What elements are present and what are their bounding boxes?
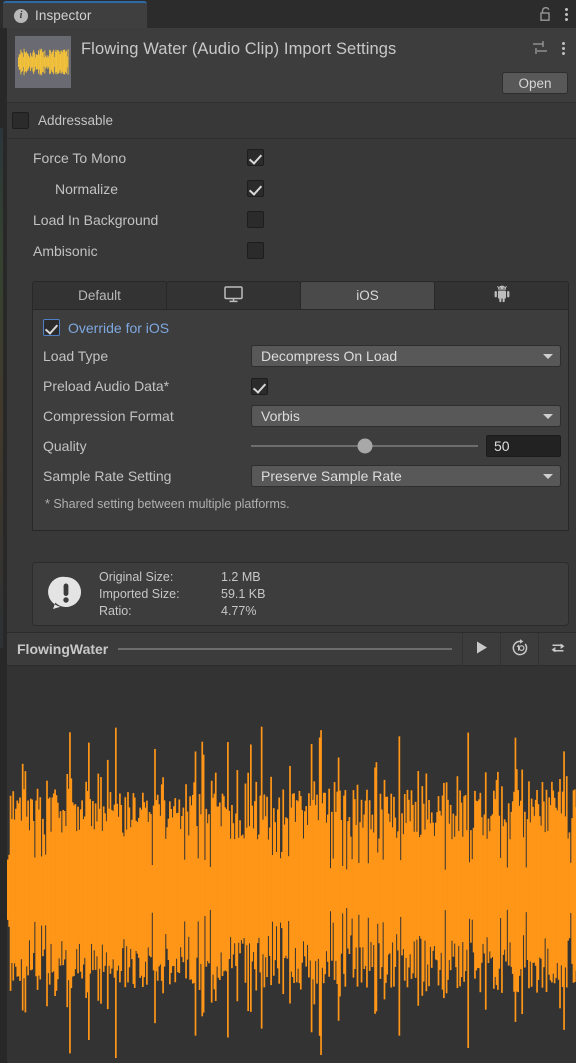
override-for-ios-checkbox[interactable] xyxy=(43,319,60,336)
ambisonic-checkbox[interactable] xyxy=(247,242,264,259)
property-row-normalize: Normalize xyxy=(7,173,576,204)
exclamation-bubble-icon xyxy=(47,574,85,615)
adjacent-panel-sliver xyxy=(0,28,7,1063)
import-stats-labels: Original Size: Imported Size: Ratio: xyxy=(99,569,221,620)
tab-platform-android[interactable] xyxy=(434,281,569,309)
imported-size-label: Imported Size: xyxy=(99,586,221,603)
open-button[interactable]: Open xyxy=(502,72,568,94)
preload-audio-data-checkbox[interactable] xyxy=(251,378,268,395)
playback-timeline[interactable] xyxy=(118,648,452,650)
play-icon xyxy=(474,640,489,658)
audio-properties-list: Force To Mono Normalize Load In Backgrou… xyxy=(7,142,576,266)
sample-rate-setting-dropdown[interactable]: Preserve Sample Rate xyxy=(251,465,561,487)
window-tab-bar: i Inspector xyxy=(0,0,576,28)
tab-platform-ios-label: iOS xyxy=(356,288,379,303)
compression-format-label: Compression Format xyxy=(43,408,251,424)
kebab-menu-icon[interactable] xyxy=(562,8,571,21)
adjacent-panel-content xyxy=(0,128,3,648)
clip-name-label: FlowingWater xyxy=(7,641,108,657)
import-stats-values: 1.2 MB 59.1 KB 4.77% xyxy=(221,569,265,620)
ambisonic-label: Ambisonic xyxy=(7,243,247,259)
ratio-label: Ratio: xyxy=(99,603,221,620)
original-size-value: 1.2 MB xyxy=(221,569,265,586)
load-type-dropdown[interactable]: Decompress On Load xyxy=(251,345,561,367)
property-row-load-in-background: Load In Background xyxy=(7,204,576,235)
ratio-value: 4.77% xyxy=(221,603,265,620)
chevron-down-icon xyxy=(543,354,553,359)
quality-slider[interactable] xyxy=(251,445,478,447)
platform-settings-panel: Override for iOS Load Type Decompress On… xyxy=(32,309,569,531)
tab-platform-standalone[interactable] xyxy=(166,281,301,309)
quality-label: Quality xyxy=(43,438,251,454)
audio-waveform-thumbnail xyxy=(15,36,71,88)
preset-settings-icon[interactable] xyxy=(532,40,548,56)
override-for-ios-label: Override for iOS xyxy=(68,320,169,336)
header-kebab-menu-icon[interactable] xyxy=(559,42,568,55)
tab-bar-actions xyxy=(539,0,571,28)
quality-slider-wrap: 50 xyxy=(251,435,561,457)
loop-button[interactable] xyxy=(538,633,576,665)
info-icon: i xyxy=(14,9,28,23)
android-robot-icon xyxy=(493,285,511,306)
audio-waveform-display[interactable] xyxy=(7,666,576,1063)
audio-playback-bar: FlowingWater xyxy=(7,632,576,666)
load-in-background-label: Load In Background xyxy=(7,212,247,228)
imported-size-value: 59.1 KB xyxy=(221,586,265,603)
chevron-down-icon xyxy=(543,414,553,419)
property-row-ambisonic: Ambisonic xyxy=(7,235,576,266)
quality-slider-handle[interactable] xyxy=(357,439,372,454)
row-load-type: Load Type Decompress On Load xyxy=(33,341,568,371)
replay-button[interactable] xyxy=(500,633,538,665)
compression-format-value: Vorbis xyxy=(261,408,300,424)
original-size-label: Original Size: xyxy=(99,569,221,586)
tab-platform-ios[interactable]: iOS xyxy=(300,281,435,309)
row-compression-format: Compression Format Vorbis xyxy=(33,401,568,431)
inspector-window: i Inspector Flowing Water (Audio Clip) I… xyxy=(0,0,576,1063)
sample-rate-setting-label: Sample Rate Setting xyxy=(43,468,251,484)
tab-platform-default-label: Default xyxy=(78,288,121,303)
force-to-mono-label: Force To Mono xyxy=(7,150,247,166)
tab-inspector-label: Inspector xyxy=(35,8,91,23)
property-row-force-to-mono: Force To Mono xyxy=(7,142,576,173)
unlocked-padlock-icon[interactable] xyxy=(539,6,553,22)
quality-value-field[interactable]: 50 xyxy=(486,435,561,457)
import-stats: Original Size: Imported Size: Ratio: 1.2… xyxy=(99,569,265,620)
preload-audio-data-label: Preload Audio Data* xyxy=(43,378,251,394)
load-in-background-checkbox[interactable] xyxy=(247,211,264,228)
override-row: Override for iOS xyxy=(33,314,568,341)
replay-circular-arrow-icon xyxy=(511,639,529,660)
desktop-monitor-icon xyxy=(224,286,243,306)
platform-tab-bar: Default iOS xyxy=(32,281,569,309)
asset-header: Flowing Water (Audio Clip) Import Settin… xyxy=(7,28,576,103)
import-info-box: Original Size: Imported Size: Ratio: 1.2… xyxy=(32,562,569,626)
page-title: Flowing Water (Audio Clip) Import Settin… xyxy=(81,40,396,59)
row-sample-rate-setting: Sample Rate Setting Preserve Sample Rate xyxy=(33,461,568,491)
normalize-checkbox[interactable] xyxy=(247,180,264,197)
force-to-mono-checkbox[interactable] xyxy=(247,149,264,166)
shared-setting-footnote: * Shared setting between multiple platfo… xyxy=(33,497,568,511)
chevron-down-icon xyxy=(543,474,553,479)
row-quality: Quality 50 xyxy=(33,431,568,461)
row-preload-audio-data: Preload Audio Data* xyxy=(33,371,568,401)
load-type-value: Decompress On Load xyxy=(261,348,397,364)
tab-inspector[interactable]: i Inspector xyxy=(3,1,147,28)
addressable-label: Addressable xyxy=(38,113,113,128)
normalize-label: Normalize xyxy=(7,181,247,197)
sample-rate-setting-value: Preserve Sample Rate xyxy=(261,468,402,484)
load-type-label: Load Type xyxy=(43,348,251,364)
addressable-row: Addressable xyxy=(7,103,576,139)
compression-format-dropdown[interactable]: Vorbis xyxy=(251,405,561,427)
tab-platform-default[interactable]: Default xyxy=(32,281,167,309)
play-button[interactable] xyxy=(462,633,500,665)
header-actions xyxy=(532,40,568,56)
addressable-checkbox[interactable] xyxy=(12,112,29,129)
loop-icon xyxy=(549,640,567,659)
